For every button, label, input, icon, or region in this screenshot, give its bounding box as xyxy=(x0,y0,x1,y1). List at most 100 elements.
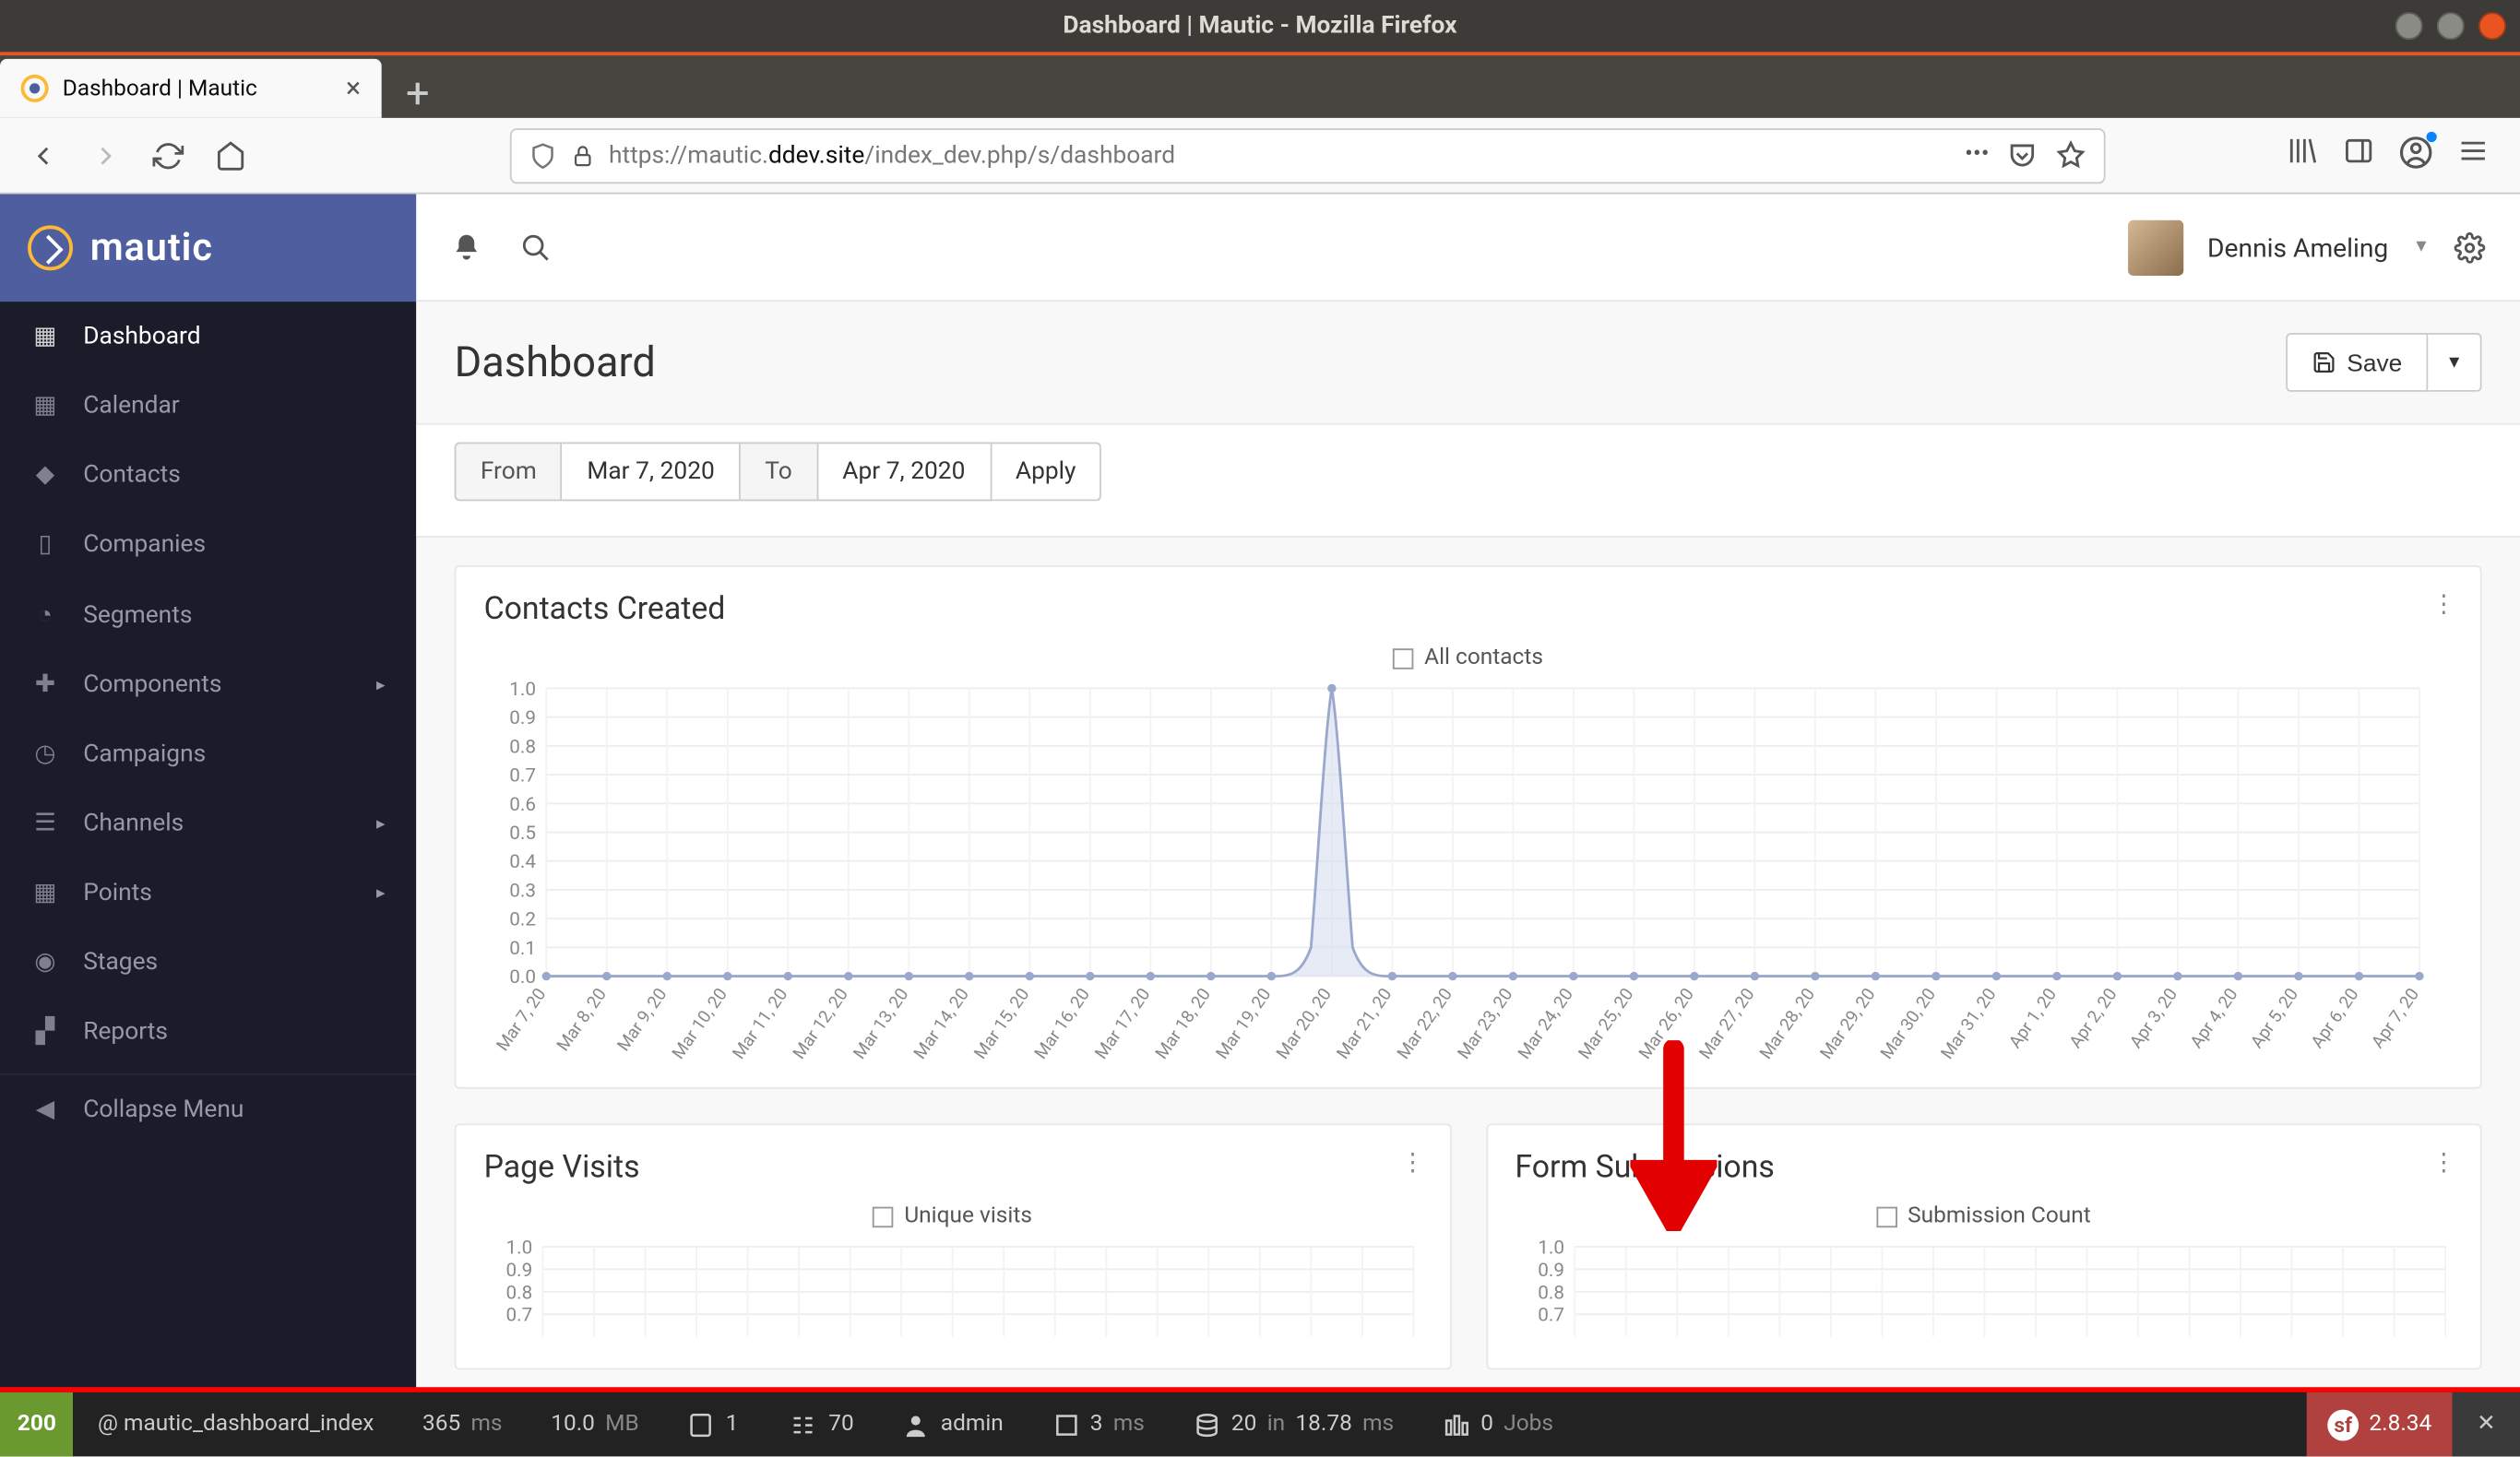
svg-text:0.7: 0.7 xyxy=(509,765,536,788)
save-button[interactable]: Save xyxy=(2286,333,2428,392)
sidebar-item-points[interactable]: ▦ Points ▸ xyxy=(0,859,416,928)
browser-tab-active[interactable]: Dashboard | Mautic × xyxy=(0,59,382,118)
sidebar-item-dashboard[interactable]: ▦Dashboard xyxy=(0,302,416,371)
debug-memory[interactable]: 10.0 MB xyxy=(527,1392,663,1457)
stack-icon xyxy=(1194,1411,1221,1439)
url-bar[interactable]: https://mautic.ddev.site/index_dev.php/s… xyxy=(510,127,2106,183)
svg-text:Mar 29, 20: Mar 29, 20 xyxy=(1816,985,1880,1063)
chevron-right-icon: ▸ xyxy=(376,883,385,903)
chart-legend[interactable]: Submission Count xyxy=(1515,1203,2452,1229)
debug-jobs[interactable]: 0 Jobs xyxy=(1419,1392,1578,1457)
back-button[interactable] xyxy=(18,129,69,181)
db-icon xyxy=(1052,1411,1079,1439)
save-dropdown-button[interactable]: ▼ xyxy=(2429,333,2482,392)
svg-text:Mar 31, 20: Mar 31, 20 xyxy=(1937,985,2001,1063)
save-label: Save xyxy=(2347,349,2402,376)
debug-time[interactable]: 365 ms xyxy=(398,1392,527,1457)
os-titlebar: Dashboard | Mautic - Mozilla Firefox xyxy=(0,0,2520,52)
debugbar-close-icon[interactable]: ✕ xyxy=(2453,1392,2520,1457)
calendar-icon: ▦ xyxy=(31,392,59,420)
sidebar-item-campaigns[interactable]: ◷Campaigns xyxy=(0,719,416,788)
building-icon: ▯ xyxy=(31,530,59,558)
http-status[interactable]: 200 xyxy=(0,1392,74,1457)
symfony-version[interactable]: sf2.8.34 xyxy=(2307,1392,2453,1457)
chart-legend[interactable]: Unique visits xyxy=(484,1203,1421,1229)
search-icon[interactable] xyxy=(520,231,552,263)
page-header: Dashboard Save ▼ xyxy=(416,302,2520,423)
debug-user[interactable]: admin xyxy=(878,1392,1028,1457)
sidebar-item-channels[interactable]: ☰Channels▸ xyxy=(0,789,416,859)
brand-logo[interactable]: mautic xyxy=(0,195,416,302)
route-name[interactable]: @ mautic_dashboard_index xyxy=(74,1392,398,1457)
sidebar-item-reports[interactable]: ▞Reports xyxy=(0,997,416,1066)
window-title: Dashboard | Mautic - Mozilla Firefox xyxy=(1063,12,1456,40)
close-icon[interactable] xyxy=(2478,12,2506,40)
pocket-icon[interactable] xyxy=(2006,139,2038,171)
avatar[interactable] xyxy=(2128,219,2183,275)
bookmark-star-icon[interactable] xyxy=(2055,139,2086,171)
sidebar-item-companies[interactable]: ▯Companies xyxy=(0,510,416,579)
from-label: From xyxy=(455,442,563,501)
gear-icon[interactable] xyxy=(2455,231,2486,263)
svg-text:Mar 13, 20: Mar 13, 20 xyxy=(850,985,913,1063)
tab-close-icon[interactable]: × xyxy=(346,75,361,102)
debug-forms[interactable]: 1 xyxy=(663,1392,763,1457)
svg-text:Mar 25, 20: Mar 25, 20 xyxy=(1575,985,1638,1063)
forward-button[interactable] xyxy=(79,129,131,181)
from-date-input[interactable]: Mar 7, 2020 xyxy=(563,442,741,501)
svg-text:1.0: 1.0 xyxy=(509,681,536,701)
new-tab-button[interactable]: + xyxy=(382,69,454,118)
panel-menu-icon[interactable]: ⋮ xyxy=(2431,1150,2455,1178)
sidebar-item-segments[interactable]: ◔Segments xyxy=(0,579,416,650)
svg-text:0.2: 0.2 xyxy=(509,909,536,931)
chart-legend[interactable]: All contacts xyxy=(484,645,2453,670)
sidebar-item-label: Reports xyxy=(83,1018,168,1046)
minimize-icon[interactable] xyxy=(2395,12,2423,40)
svg-text:Mar 22, 20: Mar 22, 20 xyxy=(1393,985,1456,1063)
chart-forms: 0.70.80.91.0 xyxy=(1515,1239,2452,1344)
home-button[interactable] xyxy=(205,129,256,181)
panel-menu-icon[interactable]: ⋮ xyxy=(1400,1150,1424,1178)
svg-text:Mar 23, 20: Mar 23, 20 xyxy=(1454,985,1517,1063)
panel-menu-icon[interactable]: ⋮ xyxy=(2431,591,2455,619)
sidebar-item-label: Points xyxy=(83,879,152,906)
svg-text:Mar 10, 20: Mar 10, 20 xyxy=(668,985,731,1063)
sidebar-item-stages[interactable]: ◉Stages xyxy=(0,928,416,997)
debug-twig[interactable]: 70 xyxy=(763,1392,878,1457)
sidebar-item-label: Components xyxy=(83,671,221,699)
tachometer-icon: ◉ xyxy=(31,948,59,976)
legend-box-icon xyxy=(1393,647,1414,669)
legend-label: Submission Count xyxy=(1908,1203,2091,1229)
page-actions-icon[interactable]: ••• xyxy=(1965,139,1990,171)
svg-text:0.6: 0.6 xyxy=(509,794,536,816)
to-date-input[interactable]: Apr 7, 2020 xyxy=(818,442,992,501)
username[interactable]: Dennis Ameling xyxy=(2207,231,2388,263)
legend-box-icon xyxy=(873,1206,894,1227)
sidebar-item-contacts[interactable]: ◆Contacts xyxy=(0,441,416,510)
calculator-icon: ▦ xyxy=(31,879,59,906)
lock-icon xyxy=(571,143,595,167)
debug-queries[interactable]: 20 in 18.78 ms xyxy=(1169,1392,1418,1457)
svg-text:0.9: 0.9 xyxy=(509,707,536,729)
topbar: Dennis Ameling ▼ xyxy=(416,195,2520,302)
sidebar-icon[interactable] xyxy=(2343,135,2374,166)
sidebar-collapse[interactable]: ◀Collapse Menu xyxy=(0,1073,416,1144)
sidebar-item-components[interactable]: ✚Components▸ xyxy=(0,650,416,719)
svg-text:0.4: 0.4 xyxy=(509,851,536,873)
chevron-left-icon: ◀ xyxy=(31,1096,59,1123)
panel-form-submissions: Form Submissions ⋮ Submission Count 0.70… xyxy=(1485,1123,2481,1369)
account-icon[interactable] xyxy=(2398,135,2433,176)
debug-db-time[interactable]: 3 ms xyxy=(1028,1392,1169,1457)
to-label: To xyxy=(741,442,818,501)
apply-button[interactable]: Apply xyxy=(992,442,1102,501)
svg-text:Mar 7, 20: Mar 7, 20 xyxy=(493,985,551,1055)
maximize-icon[interactable] xyxy=(2437,12,2465,40)
user-dropdown-caret-icon[interactable]: ▼ xyxy=(2413,238,2431,257)
reload-button[interactable] xyxy=(142,129,194,181)
browser-tabstrip: Dashboard | Mautic × + xyxy=(0,52,2520,117)
url-text: https://mautic.ddev.site/index_dev.php/s… xyxy=(609,141,1175,169)
hamburger-menu-icon[interactable] xyxy=(2457,135,2489,166)
sidebar-item-calendar[interactable]: ▦Calendar xyxy=(0,371,416,440)
bell-icon[interactable] xyxy=(451,231,482,263)
library-icon[interactable] xyxy=(2288,135,2319,166)
